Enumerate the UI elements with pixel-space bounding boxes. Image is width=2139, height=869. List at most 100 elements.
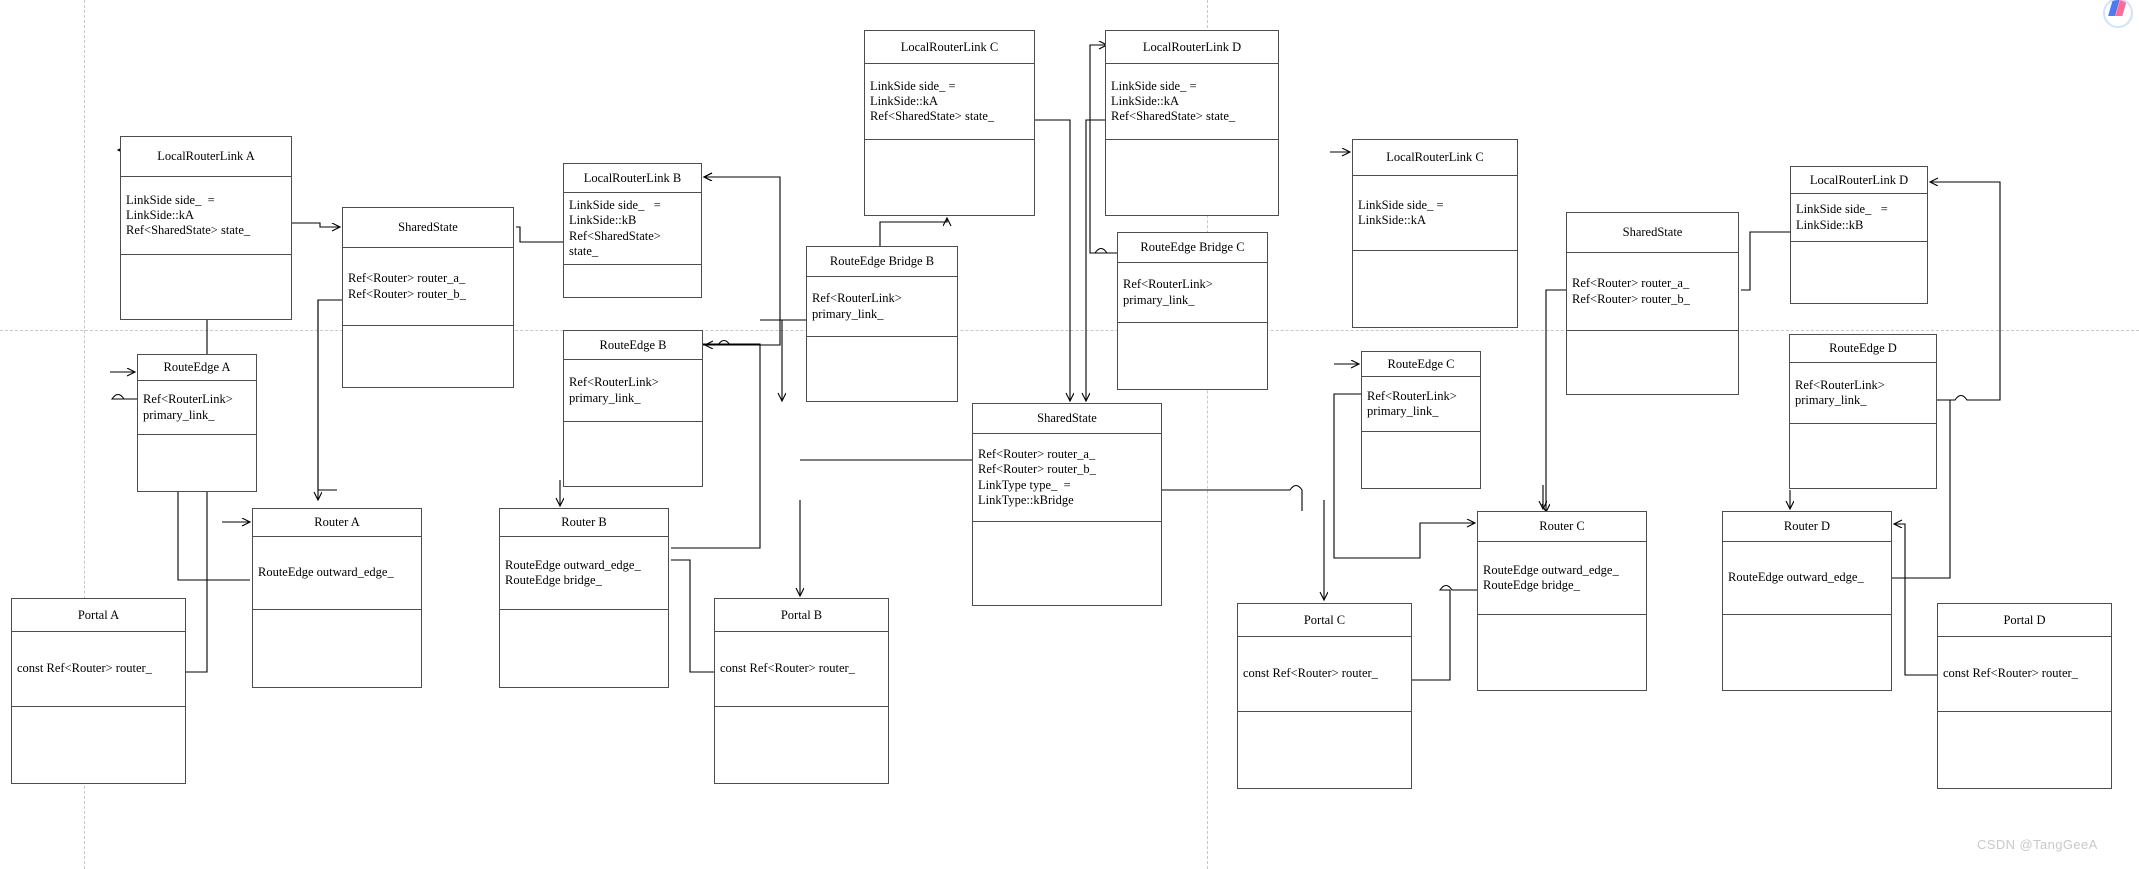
uml-class-title: RouteEdge Bridge C [1118,233,1267,263]
uml-class-router-b[interactable]: Router B RouteEdge outward_edge_ RouteEdge… [499,508,669,688]
uml-class-local-router-link-d-right[interactable]: LocalRouterLink D LinkSide side_ = LinkSid… [1790,166,1928,304]
uml-class-attributes: LinkSide side_ = LinkSide::kB Ref<SharedSt… [564,193,701,265]
uml-attribute-line: primary_link_ [143,407,215,422]
uml-class-title: Router A [253,509,421,537]
uml-class-shared-state-bridge[interactable]: SharedState Ref<Router> router_a_ Ref<Rout… [972,403,1162,606]
uml-class-portal-c[interactable]: Portal C const Ref<Router> router_ [1237,603,1412,789]
connector-local-router-link-a-to-shared-state-ab [292,222,340,227]
uml-attribute-line: const Ref<Router> router_ [1943,666,2078,681]
uml-class-router-c[interactable]: Router C RouteEdge outward_edge_ RouteEdge… [1477,511,1647,691]
uml-class-title: LocalRouterLink C [865,31,1034,64]
uml-class-route-edge-d[interactable]: RouteEdge D Ref<RouterLink> primary_link_ [1789,334,1937,489]
uml-class-title: LocalRouterLink D [1106,31,1278,64]
connector-portal-d-to-router-d [1894,524,1937,676]
connector-route-edge-b-to-local-router-link-b [702,177,781,346]
uml-class-attributes: RouteEdge outward_edge_ RouteEdge bridge_ [500,537,668,610]
uml-class-operations [1790,424,1936,488]
uml-attribute-line: const Ref<Router> router_ [17,661,152,676]
uml-attribute-line: LinkSide::kB [569,213,637,228]
uml-class-route-edge-c[interactable]: RouteEdge C Ref<RouterLink> primary_link_ [1361,351,1481,489]
uml-class-title: SharedState [1567,213,1738,253]
uml-class-local-router-link-c-right[interactable]: LocalRouterLink C LinkSide side_ = LinkSid… [1352,139,1518,328]
uml-attribute-line: const Ref<Router> router_ [720,661,855,676]
uml-class-operations [1118,323,1267,389]
uml-class-title: LocalRouterLink C [1353,140,1517,176]
uml-attribute-line: RouteEdge bridge_ [1483,578,1580,592]
uml-class-route-edge-b[interactable]: RouteEdge B Ref<RouterLink> primary_link_ [563,330,703,487]
uml-class-router-d[interactable]: Router D RouteEdge outward_edge_ [1722,511,1892,691]
uml-class-operations [807,337,957,401]
connector-shared-state-bridge-to-right [1162,484,1303,511]
uml-attribute-line: primary_link_ [1123,292,1195,307]
uml-class-attributes: Ref<RouterLink> primary_link_ [564,360,702,422]
uml-class-title: Portal D [1938,604,2111,637]
uml-class-operations [1106,140,1278,215]
connector-route-edge-d-to-local-router-link-d [1930,182,2001,401]
uml-class-attributes: Ref<Router> router_a_ Ref<Router> router_… [343,248,513,326]
uml-class-portal-b[interactable]: Portal B const Ref<Router> router_ [714,598,889,784]
uml-attribute-line: primary_link_ [1795,393,1867,407]
uml-class-title: Portal A [12,599,185,632]
uml-class-operations [253,610,421,687]
connector-portal-c-to-router-c [1412,584,1477,681]
uml-attribute-line: Ref<Router> router_b_ [978,462,1096,477]
uml-attribute-line: RouteEdge bridge_ [505,573,602,587]
uml-attribute-line: Ref<RouterLink> [1795,377,1885,392]
uml-class-title: SharedState [973,404,1161,434]
uml-class-attributes: LinkSide side_ = LinkSide::kB [1791,194,1927,242]
uml-class-route-edge-a[interactable]: RouteEdge A Ref<RouterLink> primary_link_ [137,354,257,492]
uml-class-operations [973,522,1161,605]
uml-class-shared-state-ab[interactable]: SharedState Ref<Router> router_a_ Ref<Rout… [342,207,514,388]
uml-class-attributes: RouteEdge outward_edge_ [253,537,421,610]
uml-class-local-router-link-a[interactable]: LocalRouterLink A LinkSide side_ = LinkSid… [120,136,292,320]
uml-class-shared-state-cd[interactable]: SharedState Ref<Router> router_a_ Ref<Rout… [1566,212,1739,395]
uml-attribute-line: state_ [569,243,599,258]
connector-shared-state-cd-to-left [1546,289,1566,512]
uml-class-portal-a[interactable]: Portal A const Ref<Router> router_ [11,598,186,784]
uml-attribute-line: primary_link_ [569,390,641,405]
uml-class-attributes: LinkSide side_ = LinkSide::kA Ref<SharedSt… [1106,64,1278,140]
uml-attribute-line: Ref<SharedState> [569,228,661,243]
uml-class-attributes: const Ref<Router> router_ [715,632,888,707]
uml-attribute-line: LinkSide::kB [1796,217,1864,232]
uml-class-title: SharedState [343,208,513,248]
uml-class-route-edge-bridge-b[interactable]: RouteEdge Bridge B Ref<RouterLink> primary… [806,246,958,402]
uml-class-attributes: LinkSide side_ = LinkSide::kA Ref<SharedSt… [121,177,291,255]
uml-attribute-line: LinkSide side_ = [1796,202,1888,217]
uml-attribute-line: LinkType::kBridge [978,492,1074,507]
uml-class-attributes: LinkSide side_ = LinkSide::kA Ref<SharedSt… [865,64,1034,140]
uml-attribute-line: Ref<Router> router_a_ [978,447,1096,461]
uml-attribute-line: RouteEdge outward_edge_ [1483,562,1619,577]
uml-class-attributes: const Ref<Router> router_ [1938,637,2111,712]
uml-class-title: LocalRouterLink D [1791,167,1927,194]
uml-class-operations [138,435,256,491]
uml-class-title: Router B [500,509,668,537]
uml-class-title: RouteEdge D [1790,335,1936,363]
uml-class-local-router-link-d-top[interactable]: LocalRouterLink D LinkSide side_ = LinkSid… [1105,30,1279,216]
uml-class-portal-d[interactable]: Portal D const Ref<Router> router_ [1937,603,2112,789]
uml-class-operations [1478,615,1646,690]
uml-class-attributes: const Ref<Router> router_ [1238,637,1411,712]
uml-attribute-line: Ref<RouterLink> [1123,277,1213,292]
uml-attribute-line: LinkType type_ = [978,477,1071,492]
uml-class-operations [12,707,185,783]
uml-class-local-router-link-c-top[interactable]: LocalRouterLink C LinkSide side_ = LinkSid… [864,30,1035,216]
uml-attribute-line: RouteEdge outward_edge_ [1728,570,1864,585]
uml-class-title: LocalRouterLink A [121,137,291,177]
uml-class-operations [1567,331,1738,394]
uml-class-operations [121,255,291,319]
connector-route-edge-bridge-b-to-shared-state-bridge [782,319,806,401]
diagram-canvas: LocalRouterLink A LinkSide side_ = LinkSid… [0,0,2139,869]
watermark-text: CSDN @TangGeeA [1977,837,2098,852]
uml-class-operations [1791,242,1927,303]
connector-portal-b-to-router-b [671,559,714,673]
uml-class-route-edge-bridge-c[interactable]: RouteEdge Bridge C Ref<RouterLink> primary… [1117,232,1268,390]
uml-attribute-line: LinkSide side_ = [870,78,956,93]
uml-attribute-line: LinkSide side_ = [1111,78,1197,93]
uml-class-attributes: const Ref<Router> router_ [12,632,185,707]
uml-attribute-line: Ref<Router> router_a_ [1572,276,1690,291]
uml-class-router-a[interactable]: Router A RouteEdge outward_edge_ [252,508,422,688]
uml-class-operations [865,140,1034,215]
uml-class-local-router-link-b[interactable]: LocalRouterLink B LinkSide side_ = LinkSid… [563,163,702,298]
uml-class-operations [1938,712,2111,788]
